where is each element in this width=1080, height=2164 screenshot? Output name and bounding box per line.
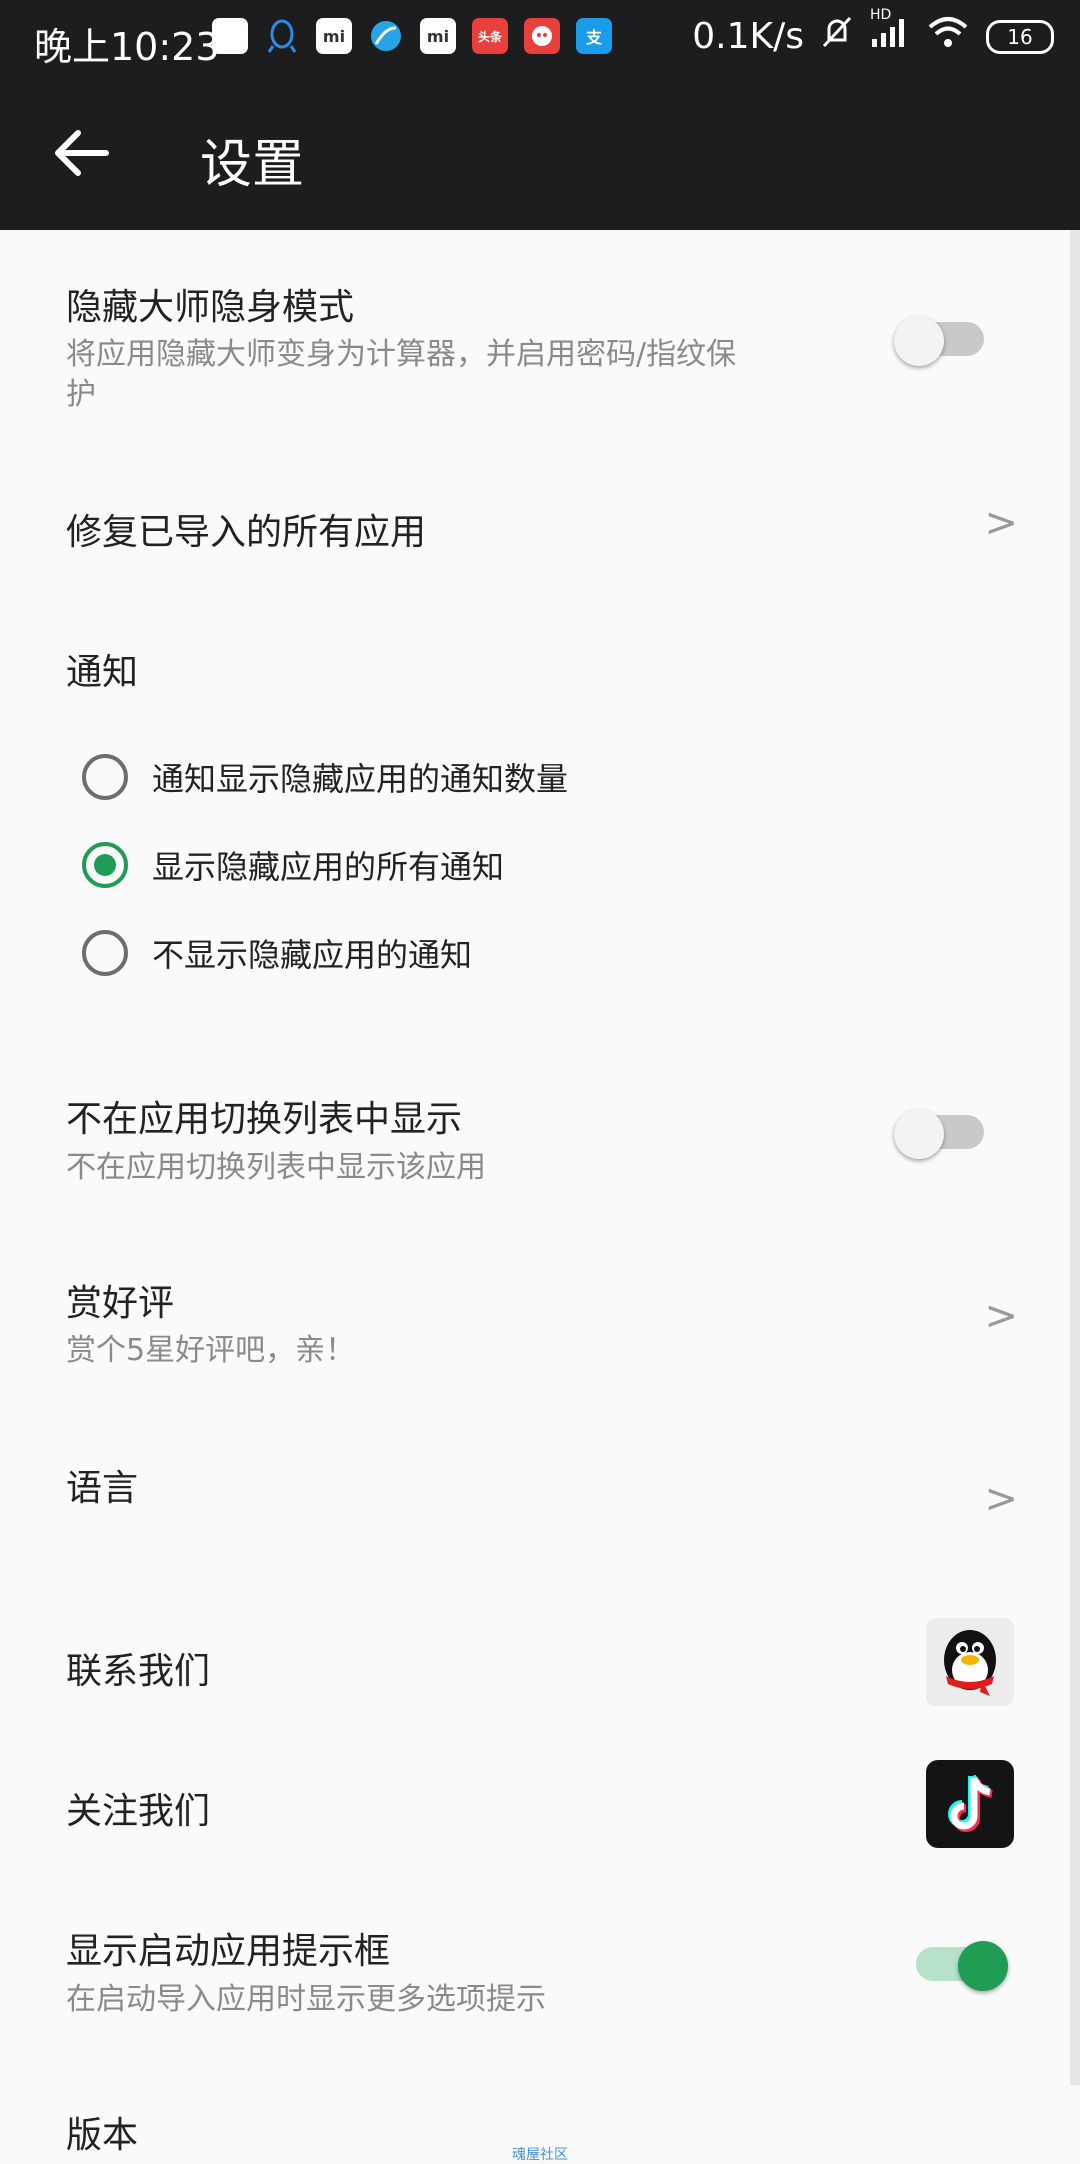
stealth-mode-title: 隐藏大师隐身模式 [66,287,355,328]
hide-from-recents-title: 不在应用切换列表中显示 [66,1099,463,1140]
stealth-mode-subtitle-cont: 护 [66,377,96,412]
browser-icon [368,18,404,54]
notifications-section-title: 通知 [66,652,139,693]
radio-button[interactable] [82,754,128,800]
scrollbar[interactable] [1070,230,1080,2085]
language-title: 语言 [66,1468,139,1509]
hide-from-recents-toggle[interactable] [894,1109,984,1159]
stealth-mode-subtitle: 将应用隐藏大师变身为计算器，并启用密码/指纹保 [66,337,737,372]
back-arrow-icon[interactable] [48,118,118,188]
toutiao-icon: 头条 [472,18,508,54]
radio-button-selected[interactable] [82,842,128,888]
status-bar: 晚上10:23 mi mi 头条 支 0.1K/s HD 16 [0,0,1080,76]
silent-bell-icon [820,14,854,59]
status-app-icons: mi mi 头条 支 [212,18,612,54]
blank-app-icon [212,18,248,54]
radio-label: 不显示隐藏应用的通知 [152,936,473,974]
page-title: 设置 [200,135,305,195]
hide-from-recents-subtitle: 不在应用切换列表中显示该应用 [66,1150,486,1185]
radio-option-all-notifications[interactable]: 显示隐藏应用的所有通知 [82,836,504,894]
app-bar: 设置 [0,76,1080,230]
rate-subtitle: 赏个5星好评吧，亲！ [66,1333,356,1368]
qq-icon[interactable] [926,1618,1014,1706]
radio-label: 显示隐藏应用的所有通知 [152,848,505,886]
version-title[interactable]: 版本 [66,2106,138,2158]
network-speed: 0.1K/s [692,16,804,57]
stealth-mode-toggle[interactable] [894,316,984,366]
chevron-right-icon: > [984,1293,1018,1339]
status-indicators: 0.1K/s HD 16 [692,7,1054,59]
repair-apps-title: 修复已导入的所有应用 [66,512,427,553]
launch-prompt-subtitle: 在启动导入应用时显示更多选项提示 [66,1982,546,2017]
radio-label: 通知显示隐藏应用的通知数量 [152,760,569,798]
mi-store-icon: mi [316,18,352,54]
qq-notification-icon [264,18,300,54]
weibo-icon [524,18,560,54]
radio-button[interactable] [82,930,128,976]
contact-us-title: 联系我们 [66,1651,211,1692]
chevron-right-icon: > [984,500,1018,546]
chevron-right-icon: > [984,1476,1018,1522]
launch-prompt-title: 显示启动应用提示框 [66,1931,391,1972]
alipay-icon: 支 [576,18,612,54]
follow-us-title: 关注我们 [66,1791,211,1832]
status-time: 晚上10:23 [34,25,220,69]
tiktok-icon[interactable] [926,1760,1014,1848]
watermark: 魂屋社区 [512,2147,568,2163]
rate-title: 赏好评 [66,1283,175,1324]
mi-store-icon-2: mi [420,18,456,54]
signal-icon: HD [870,7,910,58]
radio-option-no-notifications[interactable]: 不显示隐藏应用的通知 [82,924,472,982]
launch-prompt-toggle[interactable] [916,1941,1008,1991]
battery-indicator: 16 [986,19,1054,54]
wifi-icon [926,15,970,58]
radio-option-notification-count[interactable]: 通知显示隐藏应用的通知数量 [82,748,568,806]
